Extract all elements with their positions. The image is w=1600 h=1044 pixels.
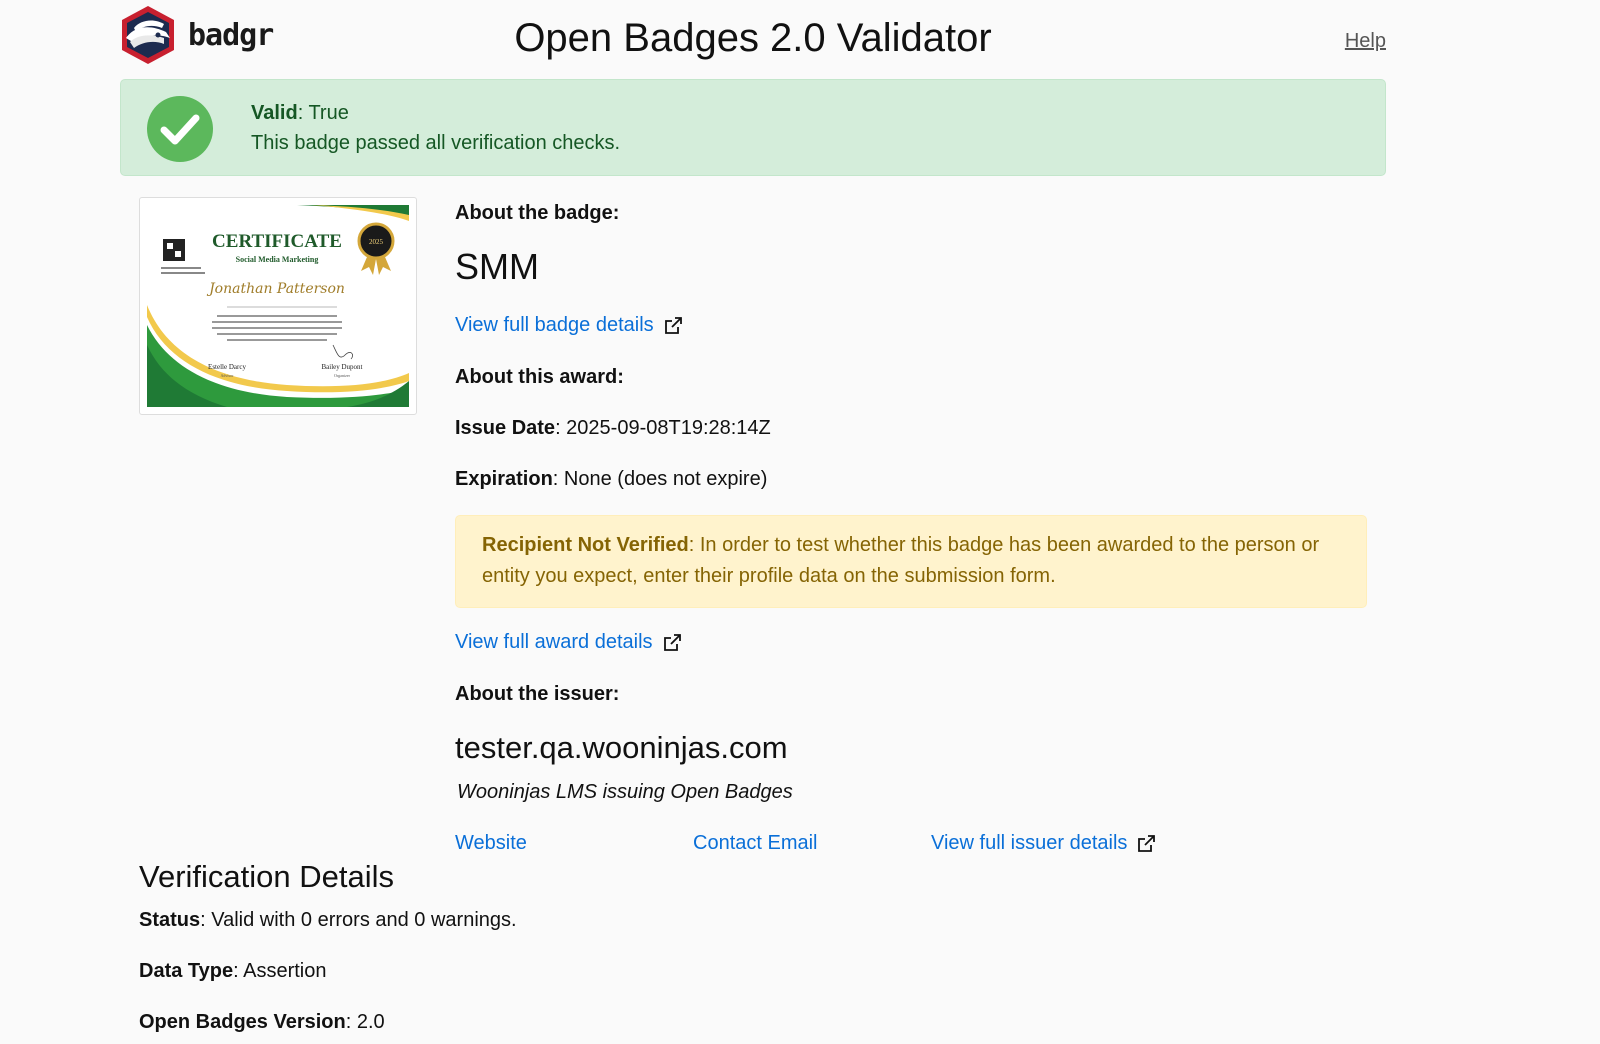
certificate-year: 2025 <box>369 238 384 246</box>
verification-data-type: Data Type: Assertion <box>139 960 327 983</box>
valid-status-line: Valid: True <box>251 98 620 128</box>
page-title: Open Badges 2.0 Validator <box>514 16 992 60</box>
issuer-description: Wooninjas LMS issuing Open Badges <box>457 781 793 803</box>
certificate-signer-right-role: Organizer <box>334 373 351 378</box>
verification-version-value: : 2.0 <box>345 1011 385 1033</box>
external-link-icon <box>664 316 682 334</box>
about-issuer-label: About the issuer: <box>455 683 620 705</box>
view-badge-details-label: View full badge details <box>455 314 654 336</box>
badge-image: CERTIFICATE Social Media Marketing Jonat… <box>139 197 417 415</box>
view-issuer-details-link[interactable]: View full issuer details <box>931 832 1156 855</box>
verification-version-label: Open Badges Version <box>139 1011 346 1033</box>
valid-label: Valid <box>251 102 298 124</box>
issuer-contact-email-link[interactable]: Contact Email <box>693 832 818 855</box>
issuer-contact-email-label: Contact Email <box>693 832 818 854</box>
about-award-label: About this award: <box>455 366 624 388</box>
recipient-warning: Recipient Not Verified: In order to test… <box>455 515 1367 608</box>
certificate-heading: CERTIFICATE <box>212 231 342 252</box>
valid-value: : True <box>297 102 349 124</box>
help-link[interactable]: Help <box>1345 30 1386 53</box>
issuer-name: tester.qa.wooninjas.com <box>455 730 788 765</box>
certificate-signer-left-role: Advisor <box>221 373 235 378</box>
expiration-value: : None (does not expire) <box>552 468 768 490</box>
certificate-signer-right: Bailey Dupont <box>321 363 362 371</box>
view-badge-details-link[interactable]: View full badge details <box>455 314 682 337</box>
header: badgr Open Badges 2.0 Validator Help <box>120 0 1386 80</box>
recipient-warning-label: Recipient Not Verified <box>482 534 689 556</box>
external-link-icon <box>1138 834 1156 852</box>
issue-date: Issue Date: 2025-09-08T19:28:14Z <box>455 417 771 440</box>
certificate-recipient: Jonathan Patterson <box>206 281 345 297</box>
badge-name: SMM <box>455 246 539 287</box>
valid-message: This badge passed all verification check… <box>251 132 621 154</box>
verification-status: Status: Valid with 0 errors and 0 warnin… <box>139 909 517 932</box>
valid-text: Valid: True This badge passed all verifi… <box>251 98 620 158</box>
certificate-subtitle: Social Media Marketing <box>236 255 319 264</box>
verification-data-type-value: : Assertion <box>233 960 327 982</box>
verification-version: Open Badges Version: 2.0 <box>139 1011 385 1034</box>
check-circle-icon <box>147 96 213 167</box>
view-award-details-label: View full award details <box>455 631 653 653</box>
issue-date-label: Issue Date <box>455 417 556 439</box>
verification-data-type-label: Data Type <box>139 960 234 982</box>
verification-status-value: : Valid with 0 errors and 0 warnings. <box>200 909 517 931</box>
expiration-label: Expiration <box>455 468 553 490</box>
certificate-image: CERTIFICATE Social Media Marketing Jonat… <box>147 205 409 407</box>
about-badge-label: About the badge: <box>455 202 620 224</box>
issuer-website-label: Website <box>455 832 527 854</box>
verification-details-title: Verification Details <box>139 859 395 894</box>
valid-alert: Valid: True This badge passed all verifi… <box>120 79 1386 176</box>
certificate-signer-left: Estelle Darcy <box>208 363 246 371</box>
external-link-icon <box>663 633 681 651</box>
issuer-website-link[interactable]: Website <box>455 832 527 855</box>
issue-date-value: : 2025-09-08T19:28:14Z <box>555 417 771 439</box>
expiration: Expiration: None (does not expire) <box>455 468 767 491</box>
verification-status-label: Status <box>139 909 201 931</box>
view-issuer-details-label: View full issuer details <box>931 832 1128 854</box>
view-award-details-link[interactable]: View full award details <box>455 631 681 654</box>
